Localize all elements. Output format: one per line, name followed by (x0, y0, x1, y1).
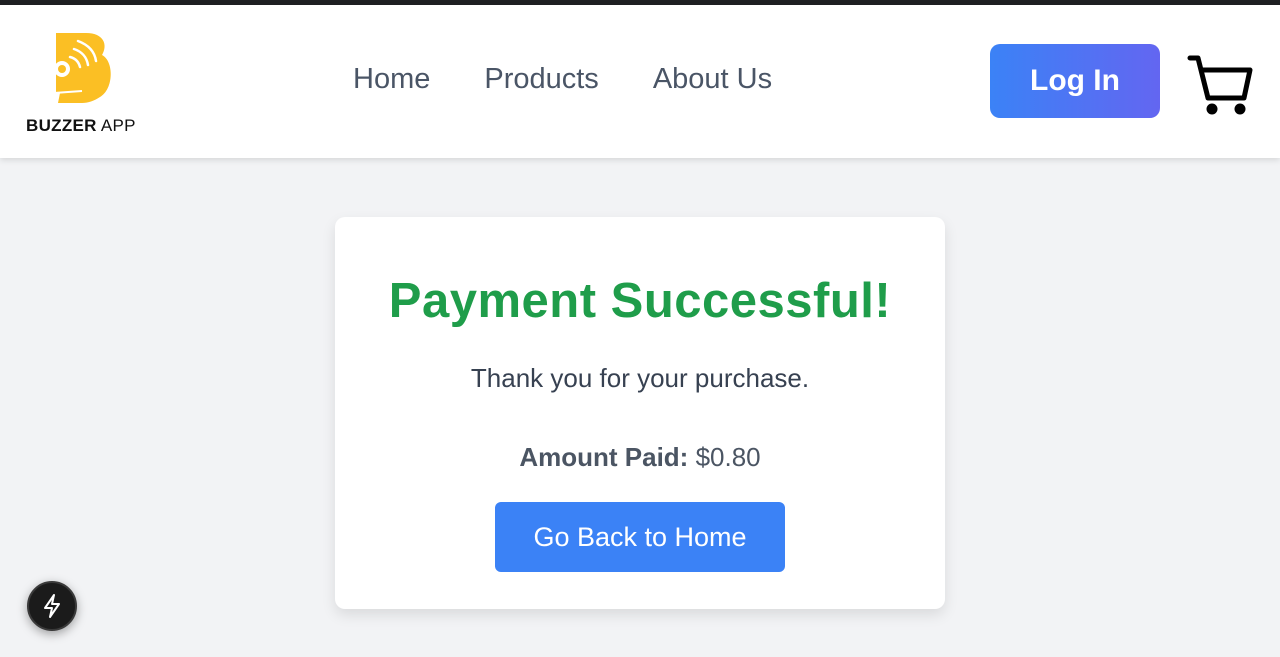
nav-about-us[interactable]: About Us (653, 63, 772, 96)
brand-name: BUZZER APP (26, 116, 136, 135)
shopping-cart-icon (1187, 55, 1253, 115)
nav-products[interactable]: Products (484, 63, 598, 96)
site-header: BUZZER APP Home Products About Us Log In (0, 5, 1280, 158)
nav-home[interactable]: Home (353, 63, 430, 96)
amount-paid: Amount Paid: $0.80 (335, 442, 945, 473)
thank-you-message: Thank you for your purchase. (470, 363, 810, 393)
dev-tools-button[interactable] (27, 581, 77, 631)
buzzer-logo-icon (53, 33, 111, 103)
go-back-home-button[interactable]: Go Back to Home (495, 502, 785, 572)
amount-paid-value: $0.80 (695, 442, 761, 472)
payment-success-card: Payment Successful! Thank you for your p… (335, 217, 945, 609)
amount-paid-label: Amount Paid: (519, 442, 689, 472)
login-button[interactable]: Log In (990, 44, 1160, 118)
success-title: Payment Successful! (388, 274, 892, 328)
cart-button[interactable] (1186, 50, 1256, 120)
brand-logo[interactable]: BUZZER APP (26, 31, 146, 139)
lightning-bolt-icon (44, 594, 60, 618)
main-nav: Home Products About Us (353, 63, 772, 96)
